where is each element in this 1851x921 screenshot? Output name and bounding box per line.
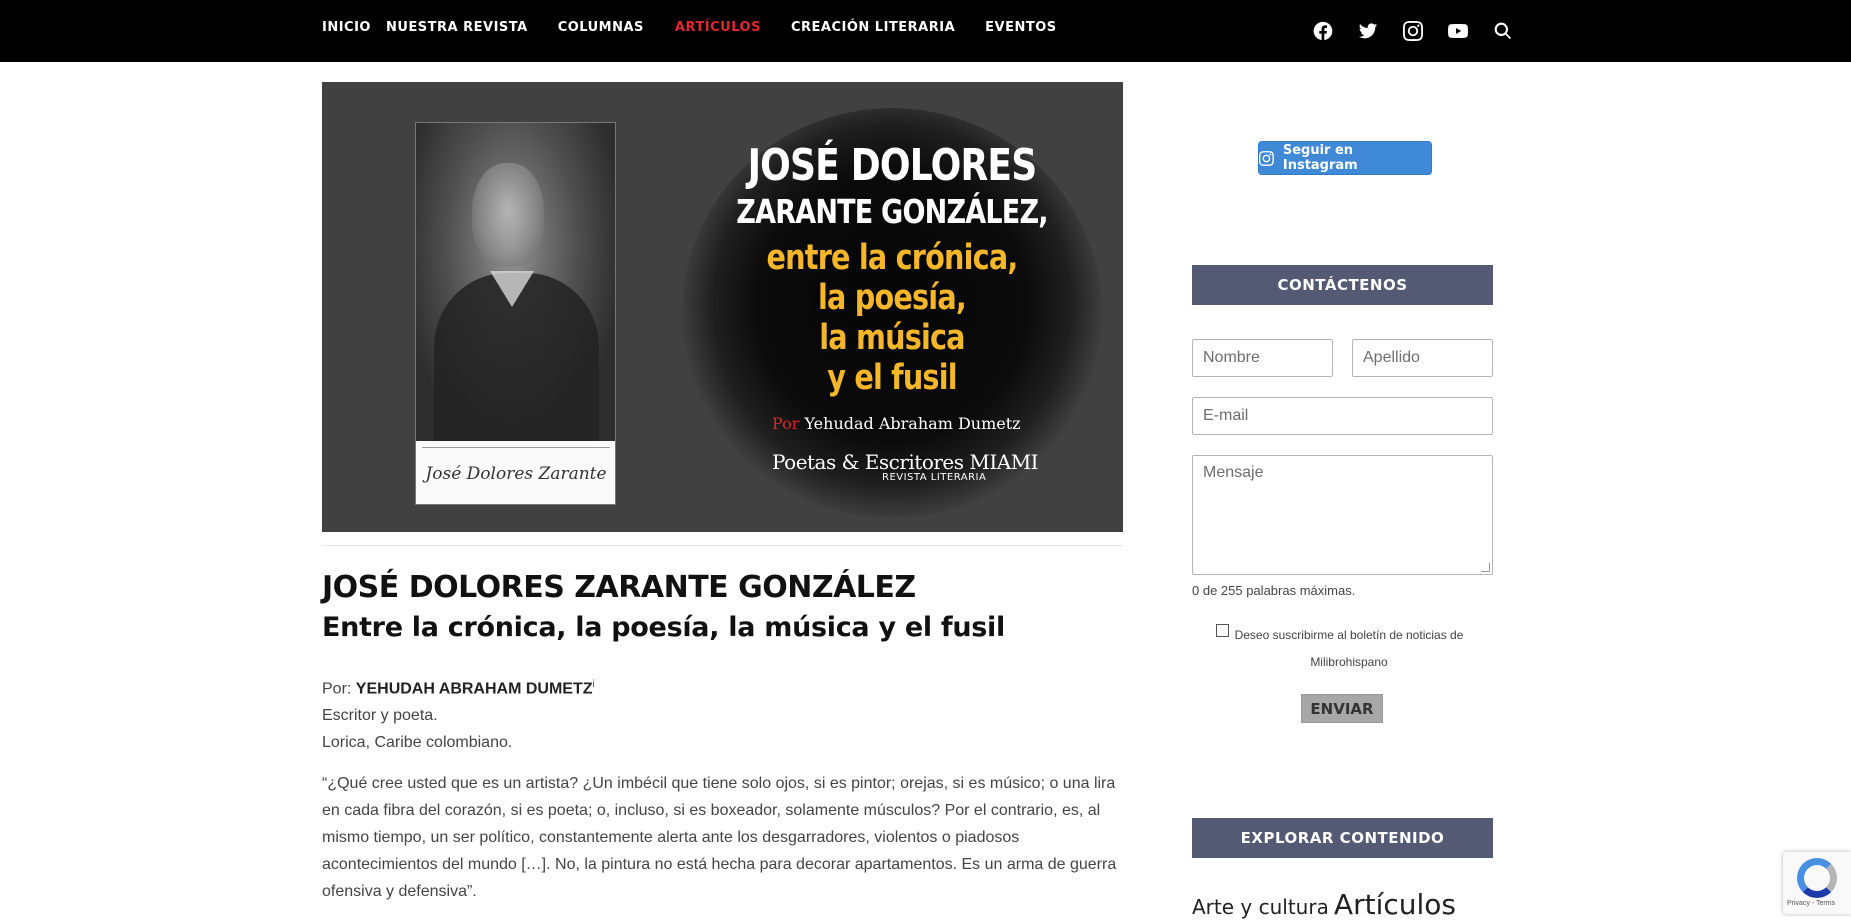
hero-subtitle-line1: entre la crónica, xyxy=(766,238,1019,278)
email-field[interactable]: E-mail xyxy=(1192,397,1493,435)
article-title: JOSÉ DOLORES ZARANTE GONZÁLEZ xyxy=(322,570,916,605)
hero-subtitle-line3: la música xyxy=(819,318,965,358)
search-icon[interactable] xyxy=(1480,18,1525,44)
portrait-signature: José Dolores Zarante xyxy=(422,447,610,499)
hero-subtitle-line4: y el fusil xyxy=(827,358,957,398)
message-textarea[interactable]: Mensaje xyxy=(1192,455,1493,575)
by-label: Por: xyxy=(322,680,352,698)
tag-arte-y-cultura[interactable]: Arte y cultura xyxy=(1192,895,1329,919)
hero-byline-prefix: Por xyxy=(772,414,800,433)
nav-item-articulos[interactable]: ARTÍCULOS xyxy=(675,20,761,35)
author-line: Por: YEHUDAH ABRAHAM DUMETZi xyxy=(322,671,595,702)
social-links xyxy=(1300,18,1525,44)
portrait-photo: José Dolores Zarante xyxy=(415,122,616,505)
contact-heading: CONTÁCTENOS xyxy=(1192,265,1493,305)
featured-image: José Dolores Zarante JOSÉ DOLORES ZARANT… xyxy=(322,82,1123,532)
hero-title-line2: ZARANTE GONZÁLEZ, xyxy=(736,192,1048,231)
youtube-icon[interactable] xyxy=(1435,18,1480,44)
author-location: Lorica, Caribe colombiano. xyxy=(322,734,513,752)
follow-instagram-button[interactable]: Seguir en Instagram xyxy=(1258,141,1432,175)
recaptcha-terms[interactable]: Privacy - Terms xyxy=(1787,900,1835,907)
nav-item-nuestra-revista[interactable]: NUESTRA REVISTA xyxy=(386,20,528,35)
explore-heading: EXPLORAR CONTENIDO xyxy=(1192,818,1493,858)
resize-handle-icon[interactable] xyxy=(1481,563,1490,572)
top-navbar: INICIO NUESTRA REVISTA COLUMNAS ARTÍCULO… xyxy=(0,0,1851,62)
nav-item-inicio[interactable]: INICIO xyxy=(322,20,371,35)
email-placeholder: E-mail xyxy=(1203,407,1249,424)
hero-title-line1: JOSÉ DOLORES xyxy=(747,140,1038,191)
word-counter: 0 de 255 palabras máximas. xyxy=(1192,583,1356,598)
hero-byline: Por Yehudad Abraham Dumetz xyxy=(772,414,1021,433)
main-nav: INICIO NUESTRA REVISTA COLUMNAS ARTÍCULO… xyxy=(322,20,1057,35)
last-name-placeholder: Apellido xyxy=(1363,349,1420,366)
magazine-logo-sub: REVISTA LITERARIA xyxy=(882,472,987,483)
facebook-icon[interactable] xyxy=(1300,18,1345,44)
send-button[interactable]: ENVIAR xyxy=(1301,694,1383,723)
first-name-field[interactable]: Nombre xyxy=(1192,339,1333,377)
instagram-icon[interactable] xyxy=(1390,18,1435,44)
tag-cloud: Arte y cultura Artículos xyxy=(1192,888,1456,921)
hero-byline-name: Yehudad Abraham Dumetz xyxy=(804,414,1021,433)
subscribe-label: Deseo suscribirme al boletín de noticias… xyxy=(1234,628,1464,669)
recaptcha-badge[interactable]: Privacy - Terms xyxy=(1783,852,1851,914)
tag-articulos[interactable]: Artículos xyxy=(1334,888,1456,921)
follow-instagram-label: Seguir en Instagram xyxy=(1282,143,1358,173)
nav-item-columnas[interactable]: COLUMNAS xyxy=(558,20,644,35)
divider xyxy=(322,545,1123,546)
author-role: Escritor y poeta. xyxy=(322,707,438,725)
instagram-icon xyxy=(1259,150,1274,166)
author-footnote-ref[interactable]: i xyxy=(593,679,595,690)
twitter-icon[interactable] xyxy=(1345,18,1390,44)
article-byline: Por: YEHUDAH ABRAHAM DUMETZi Escritor y … xyxy=(322,671,595,756)
message-placeholder: Mensaje xyxy=(1203,464,1264,481)
author-name: YEHUDAH ABRAHAM DUMETZ xyxy=(355,680,593,698)
article-epigraph: “¿Qué cree usted que es un artista? ¿Un … xyxy=(322,775,1117,900)
article-subtitle: Entre la crónica, la poesía, la música y… xyxy=(322,612,1005,643)
first-name-placeholder: Nombre xyxy=(1203,349,1260,366)
last-name-field[interactable]: Apellido xyxy=(1352,339,1493,377)
nav-item-eventos[interactable]: EVENTOS xyxy=(985,20,1056,35)
hero-title-block: JOSÉ DOLORES ZARANTE GONZÁLEZ, entre la … xyxy=(702,140,1082,398)
magazine-logo-main: Poetas & Escritores MIAMI xyxy=(772,450,1039,474)
hero-subtitle-line2: la poesía, xyxy=(818,278,967,318)
magazine-logo: Poetas & Escritores MIAMI REVISTA LITERA… xyxy=(772,450,1039,483)
nav-item-creacion-literaria[interactable]: CREACIÓN LITERARIA xyxy=(791,20,955,35)
portrait-figure-head xyxy=(472,163,544,267)
recaptcha-icon xyxy=(1797,858,1837,898)
